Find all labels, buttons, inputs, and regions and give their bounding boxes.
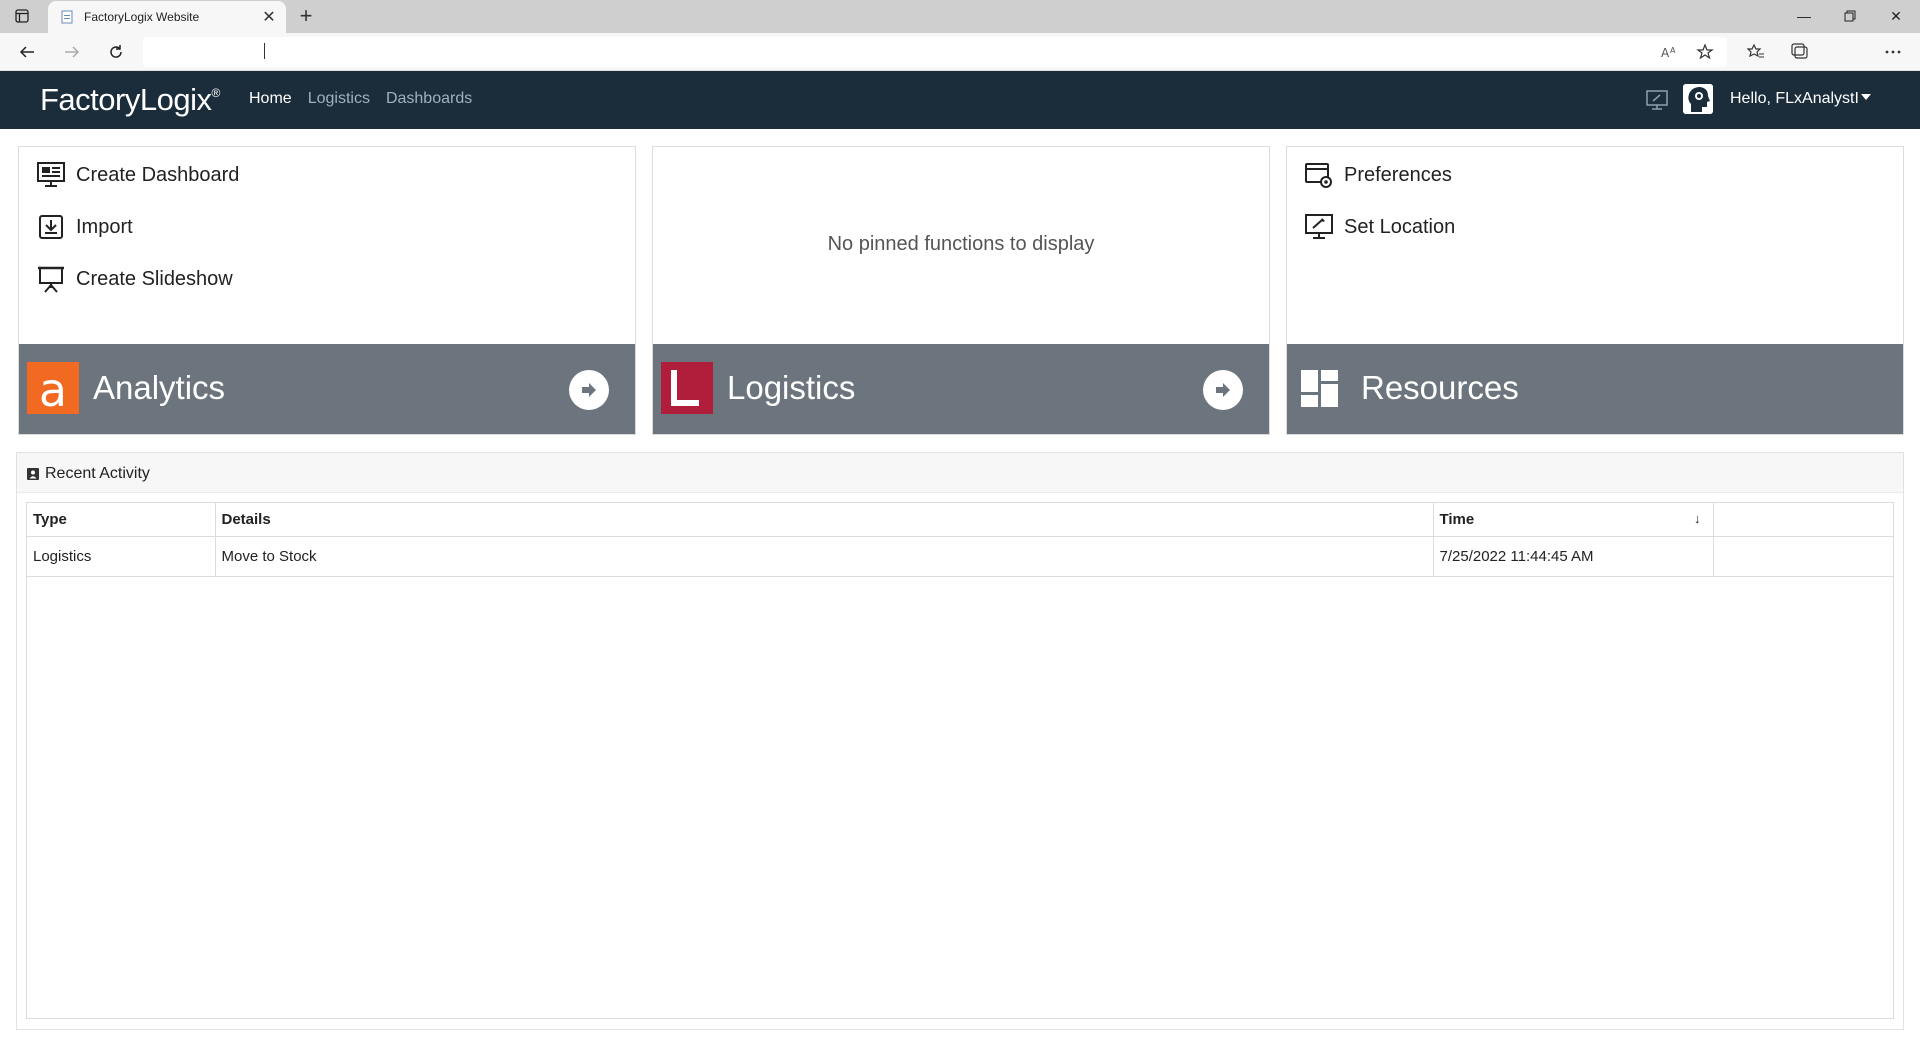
nav-logistics[interactable]: Logistics xyxy=(308,90,370,108)
resources-card-body: Preferences Set Location xyxy=(1287,147,1903,345)
cell-extra xyxy=(1713,536,1893,577)
forward-icon[interactable] xyxy=(61,41,83,63)
preferences-label: Preferences xyxy=(1344,163,1452,186)
dashboard-monitor-icon xyxy=(37,161,65,189)
recent-activity-panel: Recent Activity Type Details Time ↓ Logis… xyxy=(16,452,1904,1030)
create-slideshow-label: Create Slideshow xyxy=(76,267,233,290)
restore-icon[interactable] xyxy=(1838,5,1862,27)
minimize-icon[interactable]: — xyxy=(1792,5,1816,27)
cell-type: Logistics xyxy=(27,536,216,577)
recent-activity-header: Recent Activity xyxy=(17,453,1903,493)
svg-text:A: A xyxy=(1670,46,1676,55)
read-aloud-icon[interactable]: AA xyxy=(1658,41,1680,63)
svg-text:A: A xyxy=(1661,46,1670,60)
new-tab-icon[interactable]: + xyxy=(294,3,318,28)
address-bar-row: AA xyxy=(0,33,1920,71)
import-label: Import xyxy=(76,215,133,238)
browser-tab[interactable]: FactoryLogix Website ✕ xyxy=(48,1,286,33)
nav-dashboards[interactable]: Dashboards xyxy=(386,90,472,108)
create-dashboard-action[interactable]: Create Dashboard xyxy=(37,161,239,189)
user-menu[interactable]: Hello, FLxAnalystI xyxy=(1730,90,1871,108)
analytics-card-body: Create Dashboard Import Create Slideshow xyxy=(19,147,635,345)
column-header-type[interactable]: Type xyxy=(27,503,216,537)
logistics-module-link[interactable]: Logistics xyxy=(653,344,1269,434)
close-tab-icon[interactable]: ✕ xyxy=(260,8,278,26)
arrow-right-circle-icon[interactable] xyxy=(569,370,609,410)
resources-logo xyxy=(1295,362,1347,414)
tab-actions-icon[interactable] xyxy=(14,8,30,24)
resources-module-link[interactable]: Resources xyxy=(1287,344,1903,434)
close-window-icon[interactable]: ✕ xyxy=(1884,5,1908,27)
page-favicon-icon xyxy=(60,10,74,24)
preferences-action[interactable]: Preferences xyxy=(1305,161,1452,189)
column-header-time[interactable]: Time ↓ xyxy=(1433,503,1714,537)
table-header-row: Type Details Time ↓ xyxy=(27,503,1893,537)
sort-descending-icon[interactable]: ↓ xyxy=(1694,511,1701,526)
brand-logo[interactable]: FactoryLogix® xyxy=(40,82,220,118)
analytics-title: Analytics xyxy=(93,369,226,406)
cell-details: Move to Stock xyxy=(215,536,1434,577)
svg-text:a: a xyxy=(39,363,67,414)
display-monitor-icon[interactable] xyxy=(1645,89,1669,111)
more-options-icon[interactable] xyxy=(1882,41,1904,63)
favorite-star-icon[interactable] xyxy=(1694,41,1716,63)
back-icon[interactable] xyxy=(16,41,38,63)
analytics-module-link[interactable]: a Analytics xyxy=(19,344,635,434)
presentation-icon xyxy=(37,265,65,293)
analytics-card: Create Dashboard Import Create Slideshow… xyxy=(18,146,636,435)
set-location-action[interactable]: Set Location xyxy=(1305,213,1455,241)
logistics-title: Logistics xyxy=(727,369,856,406)
arrow-right-circle-icon[interactable] xyxy=(1203,370,1243,410)
favorites-icon[interactable] xyxy=(1745,41,1767,63)
recent-activity-title: Recent Activity xyxy=(45,465,150,482)
no-pinned-message: No pinned functions to display xyxy=(827,233,1095,255)
app-header: FactoryLogix® Home Logistics Dashboards … xyxy=(0,71,1920,129)
user-avatar[interactable] xyxy=(1683,84,1713,114)
analytics-logo: a xyxy=(27,362,79,417)
import-action[interactable]: Import xyxy=(37,213,133,241)
url-input[interactable] xyxy=(143,37,1727,67)
logistics-card: No pinned functions to display Logistics xyxy=(652,146,1270,435)
resources-card: Preferences Set Location Resources xyxy=(1286,146,1904,435)
browser-tab-bar: FactoryLogix Website ✕ + — ✕ xyxy=(0,0,1920,33)
create-slideshow-action[interactable]: Create Slideshow xyxy=(37,265,233,293)
cell-time: 7/25/2022 11:44:45 AM xyxy=(1433,536,1714,577)
column-header-empty xyxy=(1713,503,1893,537)
create-dashboard-label: Create Dashboard xyxy=(76,163,240,186)
text-caret xyxy=(264,43,265,59)
set-location-label: Set Location xyxy=(1344,215,1456,238)
tab-title: FactoryLogix Website xyxy=(84,10,200,24)
resources-title: Resources xyxy=(1361,369,1519,406)
collections-icon[interactable] xyxy=(1789,41,1811,63)
import-icon xyxy=(37,213,65,241)
activity-contact-icon xyxy=(27,467,39,480)
monitor-edit-icon xyxy=(1305,213,1333,241)
column-header-details[interactable]: Details xyxy=(215,503,1434,537)
preferences-gear-icon xyxy=(1305,161,1333,189)
top-navigation: Home Logistics Dashboards xyxy=(249,90,472,108)
refresh-icon[interactable] xyxy=(105,41,127,63)
table-row[interactable]: Logistics Move to Stock 7/25/2022 11:44:… xyxy=(27,536,1893,577)
logistics-card-body: No pinned functions to display xyxy=(653,147,1269,345)
activity-table: Type Details Time ↓ Logistics Move to Sto… xyxy=(27,503,1893,577)
caret-down-icon xyxy=(1860,93,1871,100)
activity-grid: Type Details Time ↓ Logistics Move to Sto… xyxy=(26,502,1894,1019)
nav-home[interactable]: Home xyxy=(249,90,292,108)
logistics-logo xyxy=(661,362,713,414)
